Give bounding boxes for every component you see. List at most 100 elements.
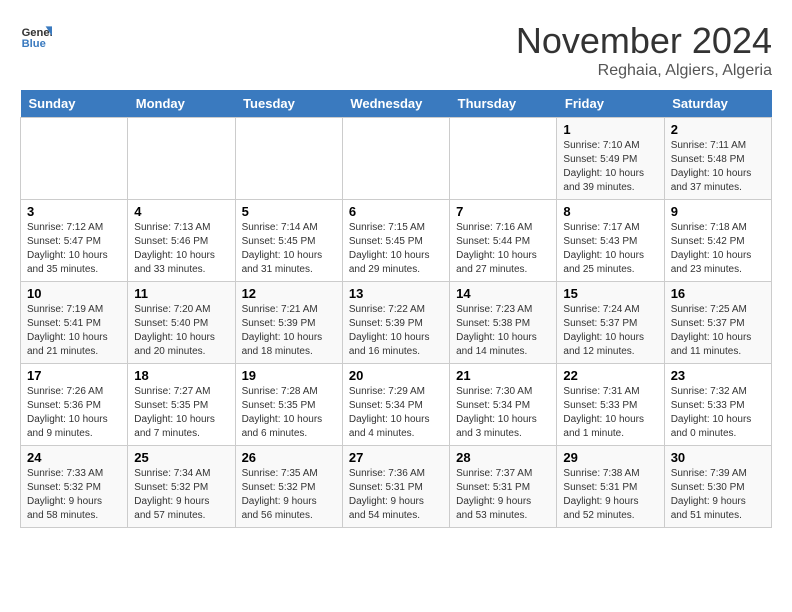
calendar-week-2: 3 Sunrise: 7:12 AMSunset: 5:47 PMDaylight… [21, 200, 772, 282]
calendar-table: SundayMondayTuesdayWednesdayThursdayFrid… [20, 90, 772, 528]
day-info: Sunrise: 7:14 AMSunset: 5:45 PMDaylight:… [242, 221, 336, 277]
calendar-cell: 3 Sunrise: 7:12 AMSunset: 5:47 PMDaylight… [21, 200, 128, 282]
day-info: Sunrise: 7:34 AMSunset: 5:32 PMDaylight:… [134, 467, 228, 523]
day-number: 9 [671, 204, 765, 219]
day-info: Sunrise: 7:27 AMSunset: 5:35 PMDaylight:… [134, 385, 228, 441]
day-info: Sunrise: 7:17 AMSunset: 5:43 PMDaylight:… [563, 221, 657, 277]
calendar-cell: 15Sunrise: 7:24 AMSunset: 5:37 PMDayligh… [557, 282, 664, 364]
day-number: 29 [563, 450, 657, 465]
day-number: 6 [349, 204, 443, 219]
calendar-cell: 24 Sunrise: 7:33 AMSunset: 5:32 PMDayligh… [21, 446, 128, 528]
calendar-cell [450, 118, 557, 200]
day-number: 23 [671, 368, 765, 383]
weekday-header-sunday: Sunday [21, 90, 128, 118]
logo: General Blue [20, 20, 52, 52]
calendar-cell: 11Sunrise: 7:20 AMSunset: 5:40 PMDayligh… [128, 282, 235, 364]
calendar-cell: 9Sunrise: 7:18 AMSunset: 5:42 PMDaylight… [664, 200, 771, 282]
calendar-cell: 23 Sunrise: 7:32 AMSunset: 5:33 PMDayligh… [664, 364, 771, 446]
day-number: 12 [242, 286, 336, 301]
day-number: 19 [242, 368, 336, 383]
day-info: Sunrise: 7:30 AMSunset: 5:34 PMDaylight:… [456, 385, 550, 441]
day-number: 10 [27, 286, 121, 301]
calendar-cell: 12Sunrise: 7:21 AMSunset: 5:39 PMDayligh… [235, 282, 342, 364]
day-number: 21 [456, 368, 550, 383]
day-info: Sunrise: 7:31 AMSunset: 5:33 PMDaylight:… [563, 385, 657, 441]
day-info: Sunrise: 7:15 AMSunset: 5:45 PMDaylight:… [349, 221, 443, 277]
day-info: Sunrise: 7:13 AMSunset: 5:46 PMDaylight:… [134, 221, 228, 277]
calendar-cell: 2 Sunrise: 7:11 AMSunset: 5:48 PMDaylight… [664, 118, 771, 200]
calendar-week-3: 10 Sunrise: 7:19 AMSunset: 5:41 PMDayligh… [21, 282, 772, 364]
calendar-cell: 8 Sunrise: 7:17 AMSunset: 5:43 PMDaylight… [557, 200, 664, 282]
day-info: Sunrise: 7:24 AMSunset: 5:37 PMDaylight:… [563, 303, 657, 359]
calendar-cell: 27Sunrise: 7:36 AMSunset: 5:31 PMDayligh… [342, 446, 449, 528]
calendar-cell: 7 Sunrise: 7:16 AMSunset: 5:44 PMDaylight… [450, 200, 557, 282]
day-number: 2 [671, 122, 765, 137]
day-number: 7 [456, 204, 550, 219]
weekday-header-row: SundayMondayTuesdayWednesdayThursdayFrid… [21, 90, 772, 118]
calendar-cell: 5 Sunrise: 7:14 AMSunset: 5:45 PMDaylight… [235, 200, 342, 282]
day-number: 13 [349, 286, 443, 301]
calendar-cell: 26 Sunrise: 7:35 AMSunset: 5:32 PMDayligh… [235, 446, 342, 528]
calendar-cell: 6 Sunrise: 7:15 AMSunset: 5:45 PMDaylight… [342, 200, 449, 282]
day-info: Sunrise: 7:33 AMSunset: 5:32 PMDaylight:… [27, 467, 121, 523]
calendar-cell: 28 Sunrise: 7:37 AMSunset: 5:31 PMDayligh… [450, 446, 557, 528]
calendar-cell: 20 Sunrise: 7:29 AMSunset: 5:34 PMDayligh… [342, 364, 449, 446]
calendar-cell: 10 Sunrise: 7:19 AMSunset: 5:41 PMDayligh… [21, 282, 128, 364]
day-number: 24 [27, 450, 121, 465]
logo-icon: General Blue [20, 20, 52, 52]
day-number: 28 [456, 450, 550, 465]
day-info: Sunrise: 7:10 AMSunset: 5:49 PMDaylight:… [563, 139, 657, 195]
calendar-cell: 16Sunrise: 7:25 AMSunset: 5:37 PMDayligh… [664, 282, 771, 364]
day-info: Sunrise: 7:16 AMSunset: 5:44 PMDaylight:… [456, 221, 550, 277]
calendar-cell: 13Sunrise: 7:22 AMSunset: 5:39 PMDayligh… [342, 282, 449, 364]
day-number: 5 [242, 204, 336, 219]
svg-text:Blue: Blue [22, 38, 46, 50]
weekday-header-saturday: Saturday [664, 90, 771, 118]
weekday-header-monday: Monday [128, 90, 235, 118]
calendar-cell: 17 Sunrise: 7:26 AMSunset: 5:36 PMDayligh… [21, 364, 128, 446]
day-number: 11 [134, 286, 228, 301]
calendar-cell: 25 Sunrise: 7:34 AMSunset: 5:32 PMDayligh… [128, 446, 235, 528]
day-number: 18 [134, 368, 228, 383]
day-info: Sunrise: 7:25 AMSunset: 5:37 PMDaylight:… [671, 303, 765, 359]
calendar-cell [235, 118, 342, 200]
weekday-header-wednesday: Wednesday [342, 90, 449, 118]
calendar-cell: 22Sunrise: 7:31 AMSunset: 5:33 PMDayligh… [557, 364, 664, 446]
day-info: Sunrise: 7:19 AMSunset: 5:41 PMDaylight:… [27, 303, 121, 359]
page-header: General Blue November 2024 Reghaia, Algi… [20, 20, 772, 80]
calendar-cell: 21 Sunrise: 7:30 AMSunset: 5:34 PMDayligh… [450, 364, 557, 446]
location-subtitle: Reghaia, Algiers, Algeria [516, 62, 772, 80]
calendar-cell [21, 118, 128, 200]
day-number: 17 [27, 368, 121, 383]
calendar-week-4: 17 Sunrise: 7:26 AMSunset: 5:36 PMDayligh… [21, 364, 772, 446]
day-number: 4 [134, 204, 228, 219]
day-number: 20 [349, 368, 443, 383]
calendar-cell: 29Sunrise: 7:38 AMSunset: 5:31 PMDayligh… [557, 446, 664, 528]
calendar-cell [128, 118, 235, 200]
calendar-cell: 4 Sunrise: 7:13 AMSunset: 5:46 PMDaylight… [128, 200, 235, 282]
calendar-cell [342, 118, 449, 200]
day-info: Sunrise: 7:29 AMSunset: 5:34 PMDaylight:… [349, 385, 443, 441]
calendar-cell: 18 Sunrise: 7:27 AMSunset: 5:35 PMDayligh… [128, 364, 235, 446]
calendar-week-5: 24 Sunrise: 7:33 AMSunset: 5:32 PMDayligh… [21, 446, 772, 528]
weekday-header-tuesday: Tuesday [235, 90, 342, 118]
day-info: Sunrise: 7:11 AMSunset: 5:48 PMDaylight:… [671, 139, 765, 195]
weekday-header-friday: Friday [557, 90, 664, 118]
title-block: November 2024 Reghaia, Algiers, Algeria [516, 20, 772, 80]
day-info: Sunrise: 7:37 AMSunset: 5:31 PMDaylight:… [456, 467, 550, 523]
day-info: Sunrise: 7:26 AMSunset: 5:36 PMDaylight:… [27, 385, 121, 441]
calendar-cell: 19Sunrise: 7:28 AMSunset: 5:35 PMDayligh… [235, 364, 342, 446]
day-number: 14 [456, 286, 550, 301]
day-info: Sunrise: 7:32 AMSunset: 5:33 PMDaylight:… [671, 385, 765, 441]
day-info: Sunrise: 7:35 AMSunset: 5:32 PMDaylight:… [242, 467, 336, 523]
calendar-cell: 30Sunrise: 7:39 AMSunset: 5:30 PMDayligh… [664, 446, 771, 528]
day-number: 3 [27, 204, 121, 219]
day-info: Sunrise: 7:12 AMSunset: 5:47 PMDaylight:… [27, 221, 121, 277]
day-info: Sunrise: 7:36 AMSunset: 5:31 PMDaylight:… [349, 467, 443, 523]
weekday-header-thursday: Thursday [450, 90, 557, 118]
day-number: 1 [563, 122, 657, 137]
day-number: 30 [671, 450, 765, 465]
day-number: 8 [563, 204, 657, 219]
day-number: 26 [242, 450, 336, 465]
day-number: 25 [134, 450, 228, 465]
